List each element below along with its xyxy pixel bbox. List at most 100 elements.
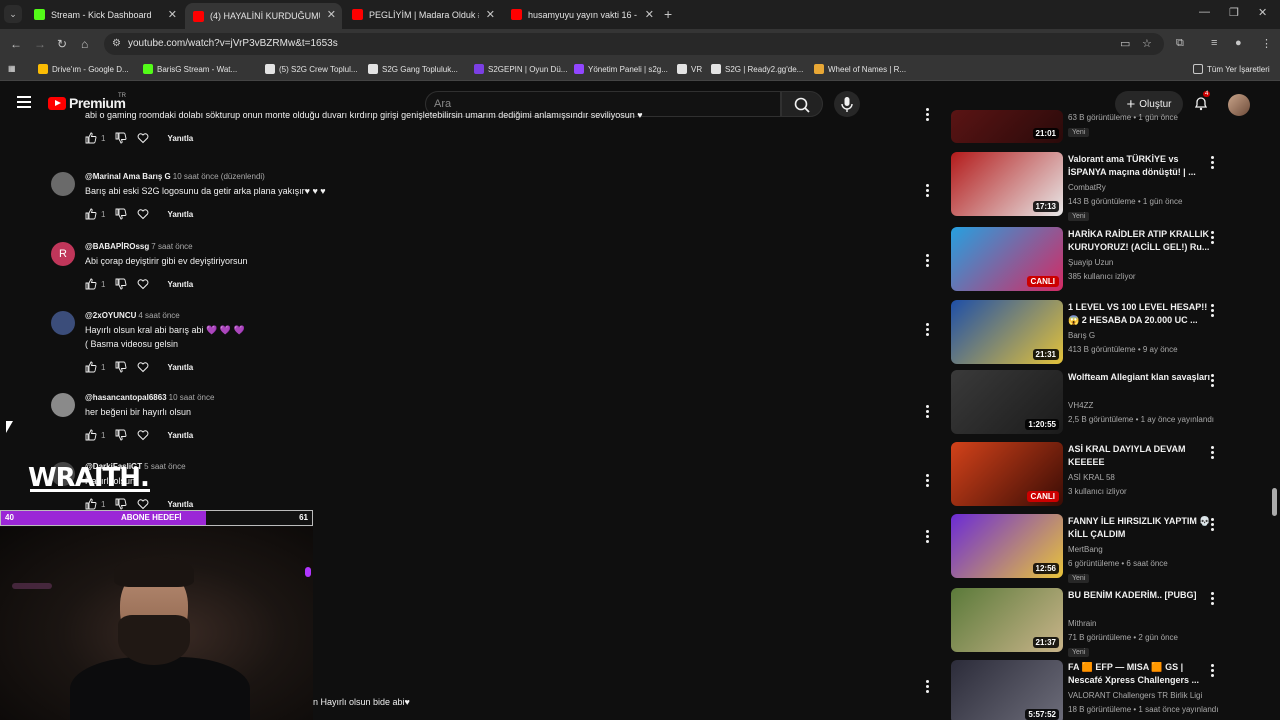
comment-menu-icon[interactable] (924, 184, 930, 198)
reply-button[interactable]: Yanıtla (167, 363, 193, 372)
comment-author[interactable]: @hasancantopal6863 (85, 393, 167, 402)
heart-icon[interactable] (137, 429, 149, 441)
tab-kick-dashboard[interactable]: Stream - Kick Dashboard ✕ (26, 3, 183, 26)
video-title[interactable]: Valorant ama TÜRKİYE vs İSPANYA maçına d… (1068, 153, 1218, 179)
comment-time[interactable]: 7 saat önce (151, 242, 192, 251)
heart-icon[interactable] (137, 498, 149, 510)
comment-time[interactable]: 4 saat önce (138, 311, 179, 320)
close-icon[interactable]: ✕ (168, 8, 177, 21)
tab-youtube-active[interactable]: (4) HAYALİNİ KURDUĞUMUZ YE ✕ (185, 3, 342, 29)
recommended-video[interactable]: 21:31 1 LEVEL VS 100 LEVEL HESAP!! 😱 2 HE… (950, 300, 1250, 370)
video-thumbnail[interactable]: 17:13 (951, 152, 1063, 216)
heart-icon[interactable] (137, 132, 149, 144)
close-icon[interactable]: ✕ (486, 8, 495, 21)
home-icon[interactable]: ⌂ (81, 37, 88, 51)
video-thumbnail[interactable]: CANLI (951, 227, 1063, 291)
profile-icon[interactable]: ● (1235, 37, 1242, 49)
comment-time[interactable]: 10 saat önce (düzenlendi) (173, 172, 265, 181)
forward-icon[interactable]: → (34, 37, 46, 51)
video-thumbnail[interactable]: CANLI (951, 442, 1063, 506)
thumbs-down-icon[interactable] (115, 361, 127, 373)
reply-button[interactable]: Yanıtla (167, 280, 193, 289)
minimize-icon[interactable]: — (1199, 6, 1210, 18)
scrollbar-thumb[interactable] (1272, 488, 1277, 516)
video-menu-icon[interactable] (1211, 592, 1215, 606)
video-thumbnail[interactable]: 21:31 (951, 300, 1063, 364)
channel-name[interactable]: MertBang (1068, 545, 1103, 554)
video-title[interactable]: FA 🟧 EFP — MISA 🟧 GS | Nescafé Xpress Ch… (1068, 661, 1218, 687)
youtube-premium-logo[interactable]: Premium TR (48, 93, 126, 111)
comment-menu-icon[interactable] (924, 474, 930, 488)
thumbs-up-icon[interactable] (85, 278, 97, 290)
comment-menu-icon[interactable] (924, 323, 930, 337)
video-title[interactable]: HARİKA RAİDLER ATIP KRALLIK KURUYORUZ! (… (1068, 228, 1218, 254)
back-icon[interactable]: ← (10, 37, 22, 51)
site-info-icon[interactable]: ⚙ (112, 38, 121, 49)
tab-pegliyim[interactable]: PEGLİYİM | Madara Olduk #687 ✕ (344, 3, 501, 26)
video-menu-icon[interactable] (1211, 518, 1215, 532)
video-menu-icon[interactable] (1211, 446, 1215, 460)
recommended-video[interactable]: 5:57:52 FA 🟧 EFP — MISA 🟧 GS | Nescafé Xp… (950, 660, 1250, 720)
video-menu-icon[interactable] (1211, 156, 1215, 170)
bookmark-item[interactable]: BarisG Stream - Wat... (143, 64, 237, 74)
recommended-video[interactable]: CANLI HARİKA RAİDLER ATIP KRALLIK KURUYOR… (950, 227, 1250, 297)
reload-icon[interactable]: ↻ (57, 37, 67, 51)
channel-name[interactable]: ASİ KRAL 58 (1068, 473, 1115, 482)
commenter-avatar[interactable] (51, 393, 75, 417)
video-menu-icon[interactable] (1211, 304, 1215, 318)
comment-menu-icon[interactable] (924, 680, 930, 694)
apps-icon[interactable]: ▦ (8, 64, 16, 73)
thumbs-up-icon[interactable] (85, 208, 97, 220)
heart-icon[interactable] (137, 361, 149, 373)
thumbs-up-icon[interactable] (85, 361, 97, 373)
bookmark-item[interactable]: (5) S2G Crew Toplul... (265, 64, 358, 74)
close-icon[interactable]: ✕ (645, 8, 654, 21)
recommended-video[interactable]: 12:56 FANNY İLE HIRSIZLIK YAPTIM 💀 KİLL Ç… (950, 514, 1250, 584)
video-menu-icon[interactable] (1211, 231, 1215, 245)
notifications-button[interactable]: 4 (1193, 91, 1211, 111)
bookmark-item[interactable]: S2GEPIN | Oyun Dü... (474, 64, 567, 74)
menu-icon[interactable]: ⋮ (1261, 37, 1272, 50)
video-thumbnail[interactable]: 12:56 (951, 514, 1063, 578)
channel-name[interactable]: VH4ZZ (1068, 401, 1093, 410)
video-title[interactable]: FANNY İLE HIRSIZLIK YAPTIM 💀 KİLL ÇALDIM (1068, 515, 1218, 541)
reply-button[interactable]: Yanıtla (167, 210, 193, 219)
video-thumbnail[interactable]: 21:01 (951, 110, 1063, 143)
comment-author[interactable]: @Marinal Ama Barış G (85, 172, 171, 181)
commenter-avatar[interactable]: R (51, 242, 75, 266)
video-title[interactable]: BU BENİM KADERİM.. [PUBG] (1068, 589, 1218, 602)
reply-button[interactable]: Yanıtla (167, 431, 193, 440)
bookmark-item[interactable]: Drive'ım - Google D... (38, 64, 129, 74)
page-scrollbar[interactable] (1271, 126, 1278, 720)
tab-search-button[interactable]: ⌄ (4, 5, 22, 23)
video-title[interactable]: ASİ KRAL DAYIYLA DEVAM KEEEEE (1068, 443, 1218, 469)
channel-name[interactable]: Mithrain (1068, 619, 1096, 628)
media-icon[interactable]: ≡ (1211, 37, 1217, 49)
video-thumbnail[interactable]: 1:20:55 (951, 370, 1063, 434)
restore-icon[interactable]: ❐ (1229, 6, 1239, 19)
commenter-avatar[interactable] (51, 172, 75, 196)
bookmark-item[interactable]: Yönetim Paneli | s2g... (574, 64, 668, 74)
comment-menu-icon[interactable] (924, 108, 930, 122)
recommended-video[interactable]: 17:13 Valorant ama TÜRKİYE vs İSPANYA maç… (950, 152, 1250, 222)
recommended-video[interactable]: 21:37 BU BENİM KADERİM.. [PUBG] Mithrain 71… (950, 588, 1250, 658)
thumbs-down-icon[interactable] (115, 429, 127, 441)
channel-name[interactable]: VALORANT Challengers TR Birlik Ligi (1068, 691, 1202, 700)
channel-name[interactable]: Şuayip Uzun (1068, 258, 1113, 267)
channel-name[interactable]: Barış G (1068, 331, 1095, 340)
video-thumbnail[interactable]: 5:57:52 (951, 660, 1063, 720)
thumbs-up-icon[interactable] (85, 132, 97, 144)
thumbs-up-icon[interactable] (85, 429, 97, 441)
tab-husamyuyu[interactable]: husamyuyu yayın vakti 16 - You ✕ (503, 3, 660, 26)
thumbs-down-icon[interactable] (115, 208, 127, 220)
bookmark-item[interactable]: S2G | Ready2.gg'de... (711, 64, 803, 74)
thumbs-down-icon[interactable] (115, 498, 127, 510)
video-title[interactable]: Wolfteam Allegiant klan savaşları (1068, 371, 1218, 384)
commenter-avatar[interactable] (51, 311, 75, 335)
recommended-video[interactable]: 1:20:55 Wolfteam Allegiant klan savaşları… (950, 370, 1250, 440)
comment-author[interactable]: @2xOYUNCU (85, 311, 136, 320)
video-title[interactable]: 1 LEVEL VS 100 LEVEL HESAP!! 😱 2 HESABA … (1068, 301, 1218, 327)
window-close-icon[interactable]: ✕ (1258, 6, 1267, 19)
bookmark-item[interactable]: Wheel of Names | R... (814, 64, 906, 74)
thumbs-down-icon[interactable] (115, 132, 127, 144)
